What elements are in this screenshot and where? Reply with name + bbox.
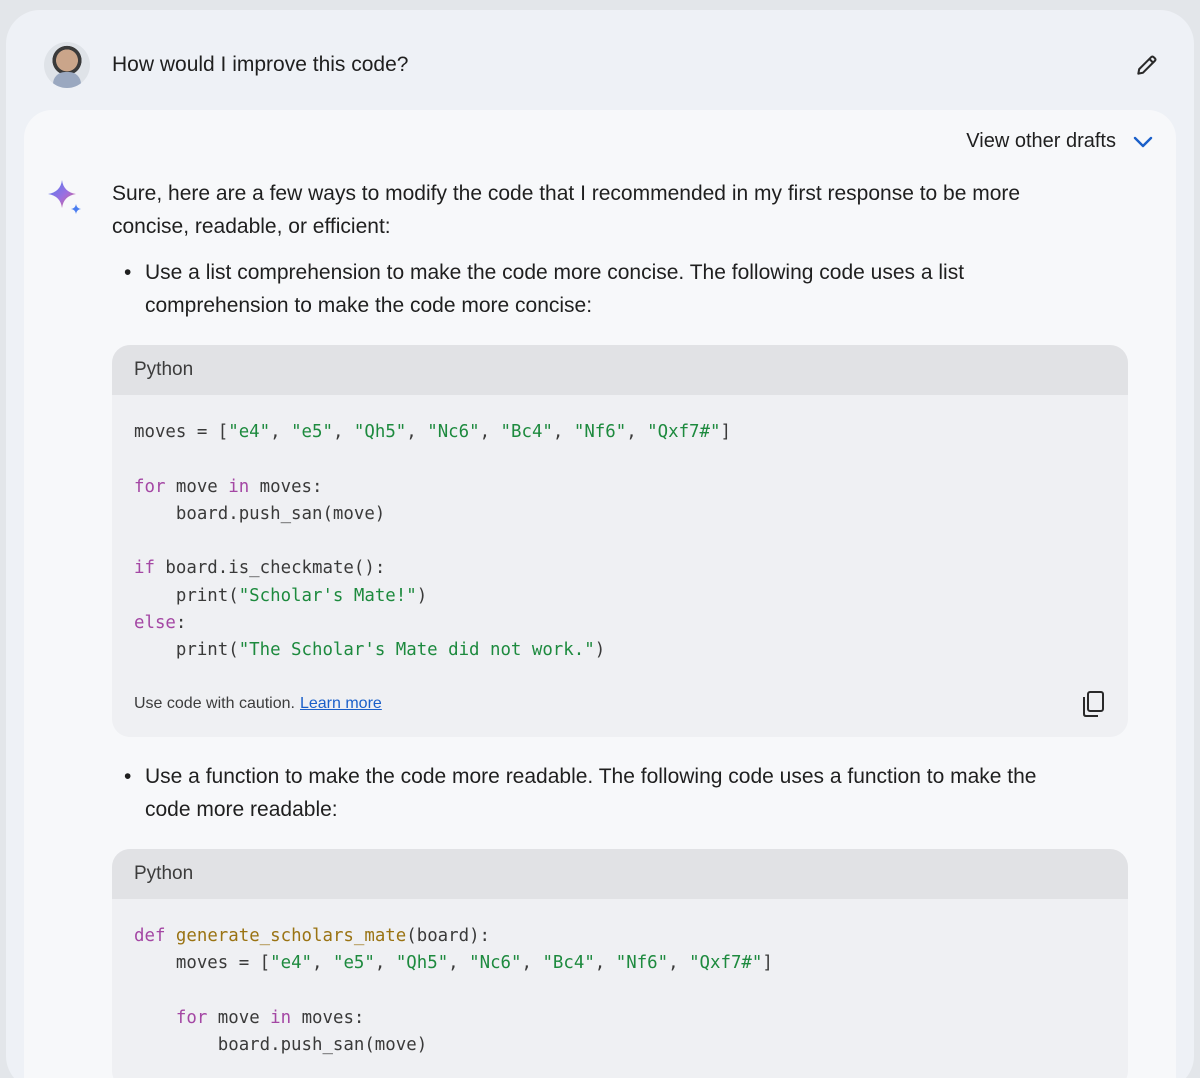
code-token: moves: [249,476,323,497]
prompt-text: How would I improve this code? [112,53,409,76]
bullet-function: Use a function to make the code more rea… [124,760,1134,826]
code-token: generate_scholars_mate [175,926,407,946]
code-token: "Nf6" [615,953,669,974]
code-token: print( [134,585,239,606]
code-content[interactable]: def generate_scholars_mate(board): moves… [112,899,1128,1073]
code-token: else [134,613,176,634]
code-token: "Nc6" [469,953,522,974]
code-token: "The Scholar's Mate did not work." [238,640,595,661]
intro-line: Sure, here are a few ways to modify the … [112,182,1021,205]
bullet-line: comprehension to make the code more conc… [145,294,593,317]
code-token: (board): [406,926,491,946]
code-token: moves = [ [134,422,229,442]
code-token: for [175,1007,208,1028]
copy-icon[interactable] [1080,690,1106,718]
code-token: "Qh5" [353,422,407,442]
code-token: for [134,476,166,497]
code-token: , [312,953,333,974]
code-token: ) [594,640,606,661]
code-token: "e5" [291,422,333,442]
code-token: , [374,953,396,974]
code-token: "e4" [228,422,271,442]
code-token: , [668,953,690,974]
code-token: moves: [291,1007,365,1028]
code-token: "Bc4" [542,953,595,974]
bullet-line: Use a function to make the code more rea… [145,765,1037,788]
code-token: print( [134,640,239,661]
code-token: ] [720,422,731,442]
code-token: , [479,422,501,442]
code-line: board.push_san(move) [134,1032,1106,1059]
code-token: , [448,953,470,974]
code-language-label: Python [112,849,1128,899]
chevron-down-icon [1133,136,1153,147]
code-token: "Nf6" [573,422,627,442]
code-language-label: Python [112,345,1128,395]
code-token: board.push_san(move) [134,503,386,524]
code-token: "Nc6" [427,422,480,442]
bullet-list-comprehension: Use a list comprehension to make the cod… [124,256,1134,322]
code-token: , [594,953,616,974]
response-intro: Sure, here are a few ways to modify the … [112,177,1112,243]
code-token: "e5" [332,953,375,974]
code-token: : [175,613,187,634]
code-token: ) [416,585,428,606]
code-line: print("Scholar's Mate!") [134,583,1106,610]
gemini-sparkle-icon [48,180,81,214]
code-token: in [270,1007,292,1028]
code-line: else: [134,610,1106,637]
learn-more-link[interactable]: Learn more [300,695,382,713]
code-token: if [134,558,155,579]
code-line: def generate_scholars_mate(board): [134,923,1106,950]
code-line: print("The Scholar's Mate did not work."… [134,637,1106,664]
code-token: board.is_checkmate(): [154,558,386,579]
code-token: def [134,926,166,946]
code-token: moves = [ [134,953,271,974]
code-token: "Qh5" [395,953,449,974]
code-line: for move in moves: [134,1005,1106,1032]
pencil-icon[interactable] [1134,52,1160,78]
code-token: , [406,422,428,442]
code-token: in [228,476,250,497]
code-token: "Bc4" [500,422,553,442]
code-token: "Qxf7#" [689,953,763,974]
code-token: , [626,422,648,442]
code-token: "e4" [270,953,313,974]
code-line: board.push_san(move) [134,501,1106,528]
intro-line: concise, readable, or efficient: [112,215,391,238]
user-prompt-row: How would I improve this code? [44,42,1160,88]
code-token: move [165,476,229,497]
code-token: , [332,422,354,442]
code-block: Python moves = ["e4", "e5", "Qh5", "Nc6"… [112,345,1128,737]
code-token: , [270,422,292,442]
code-token: move [207,1007,271,1028]
code-line: moves = ["e4", "e5", "Qh5", "Nc6", "Bc4"… [134,950,1106,977]
view-drafts-toggle[interactable]: View other drafts [966,130,1154,153]
code-token: board.push_san(move) [134,1035,428,1056]
code-footer: Use code with caution. Learn more [112,679,1128,729]
code-token: , [521,953,543,974]
bullet-line: Use a list comprehension to make the cod… [145,261,965,284]
code-content[interactable]: moves = ["e4", "e5", "Qh5", "Nc6", "Bc4"… [112,395,1128,679]
code-token: , [552,422,574,442]
bullet-line: code more readable: [145,798,338,821]
code-token: "Scholar's Mate!" [238,585,417,606]
code-line: if board.is_checkmate(): [134,555,1106,582]
code-line: moves = ["e4", "e5", "Qh5", "Nc6", "Bc4"… [134,419,1106,446]
user-avatar[interactable] [44,42,90,88]
code-block: Python def generate_scholars_mate(board)… [112,849,1128,1078]
view-drafts-label: View other drafts [966,130,1116,152]
code-line: for move in moves: [134,474,1106,501]
code-token: ] [762,953,773,974]
caution-text: Use code with caution. [134,694,295,712]
code-token: "Qxf7#" [647,422,721,442]
